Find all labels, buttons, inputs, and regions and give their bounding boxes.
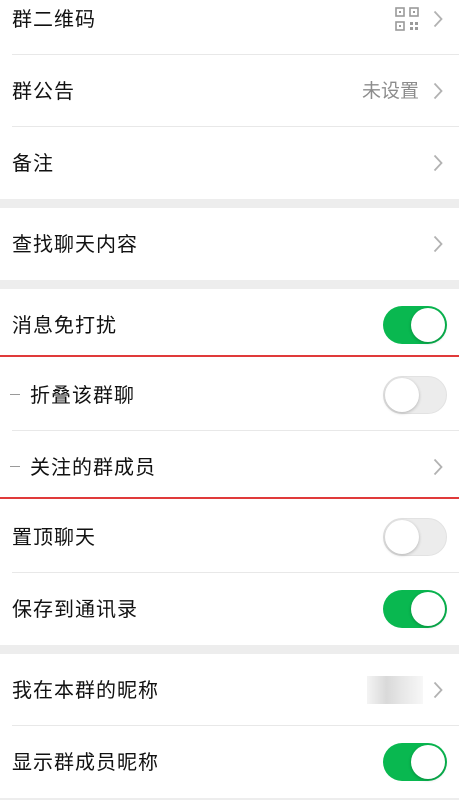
group-notice-row[interactable]: 群公告 未设置 <box>0 55 459 127</box>
group-qr-code-row[interactable]: 群二维码 <box>0 0 459 55</box>
toggle-knob <box>411 745 445 779</box>
chevron-right-icon <box>433 154 443 172</box>
fold-chat-label: 折叠该群聊 <box>30 383 135 407</box>
search-chat-label: 查找聊天内容 <box>12 232 138 256</box>
fold-chat-row: 折叠该群聊 <box>0 359 459 431</box>
my-nickname-row[interactable]: 我在本群的昵称 <box>0 654 459 726</box>
nickname-value-blurred <box>367 676 423 704</box>
group-notice-value: 未设置 <box>361 80 419 102</box>
mute-toggle[interactable] <box>383 306 447 344</box>
chevron-right-icon <box>433 82 443 100</box>
save-contacts-label: 保存到通讯录 <box>12 597 138 621</box>
show-nicknames-label: 显示群成员昵称 <box>12 750 159 774</box>
toggle-knob <box>385 520 419 554</box>
my-nickname-label: 我在本群的昵称 <box>12 678 159 702</box>
followed-members-label: 关注的群成员 <box>30 455 156 479</box>
chevron-right-icon <box>433 10 443 28</box>
mute-label: 消息免打扰 <box>12 313 117 337</box>
highlight-line-bottom <box>0 497 459 499</box>
save-contacts-toggle[interactable] <box>383 590 447 628</box>
group-qr-code-label: 群二维码 <box>12 7 96 31</box>
save-contacts-row: 保存到通讯录 <box>0 573 459 645</box>
group-settings-page: 群二维码 群公告 未设置 备注 查找聊天内容 消息免打扰 折叠该群聊 关注的群成… <box>0 0 459 800</box>
fold-chat-toggle[interactable] <box>383 376 447 414</box>
pin-chat-toggle[interactable] <box>383 518 447 556</box>
toggle-knob <box>385 378 419 412</box>
remark-label: 备注 <box>12 151 54 175</box>
show-nicknames-toggle[interactable] <box>383 743 447 781</box>
search-chat-row[interactable]: 查找聊天内容 <box>0 208 459 280</box>
group-notice-label: 群公告 <box>12 79 75 103</box>
followed-members-row[interactable]: 关注的群成员 <box>0 431 459 503</box>
qr-code-icon <box>395 7 419 31</box>
mute-row: 消息免打扰 <box>0 289 459 361</box>
chevron-right-icon <box>433 458 443 476</box>
chevron-right-icon <box>433 235 443 253</box>
pin-chat-label: 置顶聊天 <box>12 525 96 549</box>
toggle-knob <box>411 308 445 342</box>
remark-row[interactable]: 备注 <box>0 127 459 199</box>
show-nicknames-row: 显示群成员昵称 <box>0 726 459 798</box>
sub-item-dash <box>10 394 20 395</box>
toggle-knob <box>411 592 445 626</box>
sub-item-dash <box>10 466 20 467</box>
pin-chat-row: 置顶聊天 <box>0 501 459 573</box>
chevron-right-icon <box>433 681 443 699</box>
highlight-line-top <box>0 355 459 357</box>
